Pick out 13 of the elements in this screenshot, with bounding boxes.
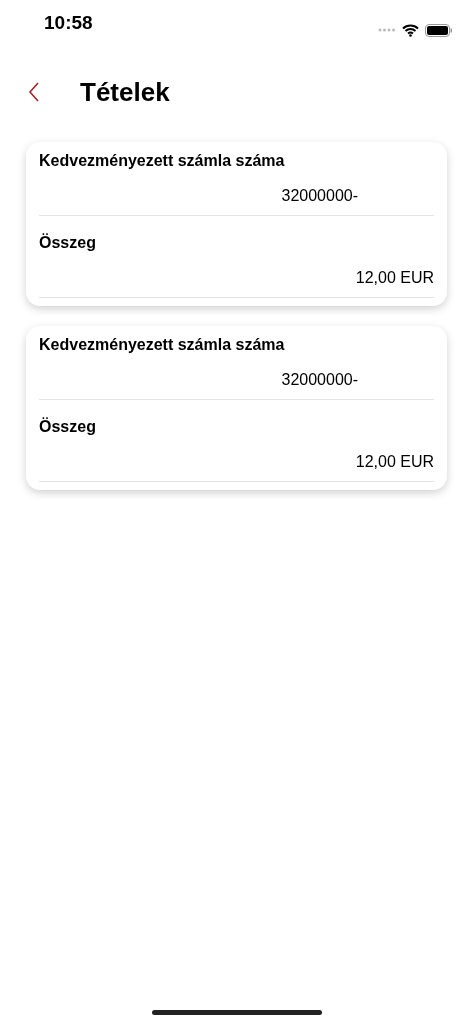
wifi-icon — [402, 23, 419, 37]
signal-icon — [378, 28, 396, 32]
account-number: 32000000- — [281, 186, 359, 206]
page-title: Tételek — [80, 76, 170, 108]
amount-value: 12,00 EUR — [355, 268, 434, 288]
account-number: 32000000- — [281, 370, 359, 390]
field-label: Összeg — [39, 232, 97, 253]
field-label: Kedvezményezett számla száma — [39, 151, 286, 171]
status-time: 10:58 — [44, 12, 93, 34]
amount-value: 12,00 EUR — [355, 452, 434, 472]
field-label: Kedvezményezett számla száma — [39, 335, 286, 355]
field-label: Összeg — [39, 416, 97, 437]
battery-icon — [425, 23, 453, 37]
